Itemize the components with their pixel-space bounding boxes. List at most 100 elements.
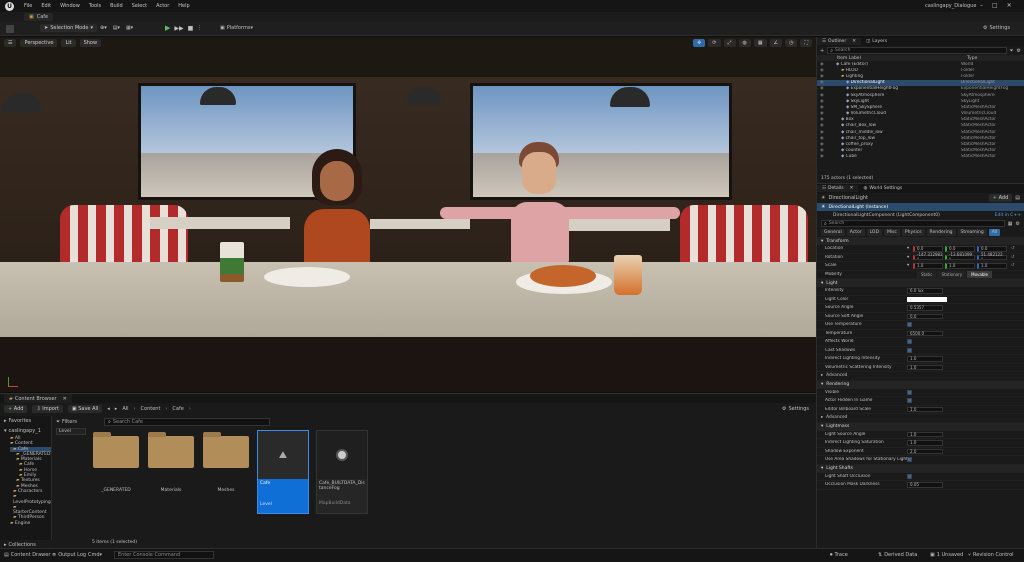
cinematics-icon[interactable]: ▦▾	[126, 25, 133, 31]
visibility-eye-icon[interactable]: ◉	[817, 80, 831, 85]
translate-icon[interactable]: ✥	[693, 39, 706, 47]
menu-window[interactable]: Window	[60, 3, 80, 9]
play-icon[interactable]: ▶	[165, 24, 170, 32]
property-value-field[interactable]: 0.5357	[907, 305, 943, 311]
lit-button[interactable]: Lit	[61, 39, 76, 47]
location-field[interactable]: 0.0	[945, 246, 975, 252]
add-button[interactable]: + Add	[4, 405, 28, 413]
outliner-row[interactable]: ◉ ▰ Lighting Folder	[817, 73, 1024, 79]
outliner-row[interactable]: ◉ ◆ Box StaticMeshActor	[817, 117, 1024, 123]
scale-field[interactable]: 1.0	[913, 263, 943, 269]
property-value-field[interactable]: 1.0	[907, 356, 943, 362]
breadcrumb-item[interactable]: All	[122, 406, 128, 412]
layers-tab[interactable]: ◫ Layers	[861, 38, 892, 45]
outliner-row[interactable]: ◉ ▰ HLOD Folder	[817, 67, 1024, 73]
world-icon[interactable]: ◍	[738, 39, 751, 47]
favorites-header[interactable]: ▸ Favorites	[0, 416, 51, 426]
nav-back-icon[interactable]: ◂	[107, 406, 110, 412]
property-checkbox[interactable]	[907, 457, 912, 463]
close-icon[interactable]: ✕	[63, 396, 67, 402]
visibility-eye-icon[interactable]: ◉	[817, 68, 831, 73]
show-button[interactable]: Show	[79, 39, 102, 47]
mobility-option[interactable]: Movable	[967, 270, 992, 278]
property-checkbox[interactable]	[907, 398, 912, 404]
section-header[interactable]: ▾ Lightmass	[817, 422, 1024, 431]
cmd-selector[interactable]: Cmd ▾	[88, 552, 102, 558]
revision-control-button[interactable]: ⑂ Revision Control	[968, 552, 1014, 558]
asset-tile[interactable]: Cafe_BUILTDATA_DistanceFog MapBuildData	[316, 430, 368, 514]
reset-icon[interactable]: ↺	[1011, 263, 1015, 268]
visibility-eye-icon[interactable]: ◉	[817, 130, 831, 135]
property-checkbox[interactable]	[907, 473, 912, 479]
blueprint-icon[interactable]: ▤▾	[113, 25, 120, 31]
content-settings-button[interactable]: ⚙ Settings	[782, 406, 809, 412]
breadcrumb-item[interactable]: Content	[141, 406, 161, 412]
property-value-field[interactable]: 6500.0	[907, 330, 943, 336]
component-row[interactable]: DirectionalLightComponent (LightComponen…	[817, 211, 1024, 219]
mobility-option[interactable]: Stationary	[937, 270, 967, 278]
close-icon[interactable]: ✕	[850, 186, 854, 191]
outliner-row[interactable]: ◉ ◆ SkyLight SkyLight	[817, 98, 1024, 104]
minimize-icon[interactable]: –	[980, 2, 983, 9]
close-icon[interactable]: ✕	[1007, 2, 1012, 9]
add-filter-icon[interactable]: +	[820, 48, 824, 54]
level-tab[interactable]: ▣ Cafe	[24, 13, 54, 21]
pause-icon[interactable]: ■	[188, 25, 194, 32]
rotation-field[interactable]: -147.312983 °	[913, 252, 943, 262]
scale-icon[interactable]: ⤢	[723, 39, 736, 47]
property-value-field[interactable]: 1.0	[907, 440, 943, 446]
outliner-row[interactable]: ◉ ◆ counter StaticMeshActor	[817, 148, 1024, 154]
menu-edit[interactable]: Edit	[41, 3, 51, 9]
details-tab[interactable]: ☷ Details ✕	[817, 185, 859, 192]
actor-name-field[interactable]: DirectionalLight	[828, 195, 988, 201]
nav-forward-icon[interactable]: ▸	[115, 406, 118, 412]
property-value-field[interactable]: 0.05	[907, 482, 943, 488]
outliner-row[interactable]: ◉ ◆ Cube StaticMeshActor	[817, 154, 1024, 160]
rotation-field[interactable]: -13.681099 °	[945, 252, 975, 262]
asset-tile[interactable]: Meshes	[202, 430, 250, 512]
selection-mode-dropdown[interactable]: ➤ Selection Mode ▾	[40, 24, 97, 32]
play-options-icon[interactable]: ⋮	[197, 25, 202, 31]
visibility-eye-icon[interactable]: ◉	[817, 93, 831, 98]
close-icon[interactable]: ✕	[852, 39, 856, 44]
menu-tools[interactable]: Tools	[89, 3, 101, 9]
visibility-eye-icon[interactable]: ◉	[817, 136, 831, 141]
snap-grid-icon[interactable]: ▦	[753, 39, 767, 47]
property-value-field[interactable]: 1.0	[907, 406, 943, 412]
col-type[interactable]: Type	[967, 56, 977, 61]
visibility-eye-icon[interactable]: ◉	[817, 142, 831, 147]
visibility-eye-icon[interactable]: ◉	[817, 154, 831, 159]
col-item-label[interactable]: Item Label	[837, 56, 967, 61]
filter-tab[interactable]: Streaming	[957, 229, 987, 236]
import-button[interactable]: ⇩ Import	[32, 405, 63, 413]
filter-tab[interactable]: General	[821, 229, 845, 236]
property-value-field[interactable]: 1.0	[907, 431, 943, 437]
menu-actor[interactable]: Actor	[156, 3, 169, 9]
section-header[interactable]: ▾ Rendering	[817, 380, 1024, 389]
unsaved-button[interactable]: ▣ 1 Unsaved	[930, 552, 963, 558]
tree-item[interactable]: ▰ Engine	[10, 521, 51, 526]
reset-icon[interactable]: ↺	[1011, 255, 1015, 260]
menu-build[interactable]: Build	[110, 3, 123, 9]
menu-select[interactable]: Select	[132, 3, 147, 9]
outliner-row[interactable]: ◉ ◆ SkyAtmosphere SkyAtmosphere	[817, 92, 1024, 98]
outliner-tab[interactable]: ☰ Outliner ✕	[817, 38, 861, 45]
maximize-viewport-icon[interactable]: ⛶	[800, 39, 812, 47]
settings-dropdown[interactable]: ⚙ Settings	[983, 25, 1010, 31]
derived-data-button[interactable]: ⇅ Derived Data	[878, 552, 917, 558]
asset-tile[interactable]: Materials	[147, 430, 195, 512]
perspective-button[interactable]: Perspective	[20, 39, 58, 47]
visibility-eye-icon[interactable]: ◉	[817, 62, 831, 67]
rotate-icon[interactable]: ⟳	[708, 39, 721, 47]
level-filter-chip[interactable]: Level	[56, 428, 86, 435]
asset-tile[interactable]: _GENERATED	[92, 430, 140, 512]
section-header[interactable]: ▾ Light Shafts	[817, 464, 1024, 473]
visibility-eye-icon[interactable]: ◉	[817, 111, 831, 116]
visibility-eye-icon[interactable]: ◉	[817, 123, 831, 128]
visibility-eye-icon[interactable]: ◉	[817, 148, 831, 153]
outliner-row[interactable]: ◉ ◆ ExponentialHeightFog ExponentialHeight…	[817, 86, 1024, 92]
filter-tab[interactable]: LOD	[866, 229, 882, 236]
rotation-field[interactable]: 51.482122 °	[977, 252, 1007, 262]
visibility-eye-icon[interactable]: ◉	[817, 74, 831, 79]
world-settings-tab[interactable]: ◍ World Settings	[858, 185, 907, 192]
